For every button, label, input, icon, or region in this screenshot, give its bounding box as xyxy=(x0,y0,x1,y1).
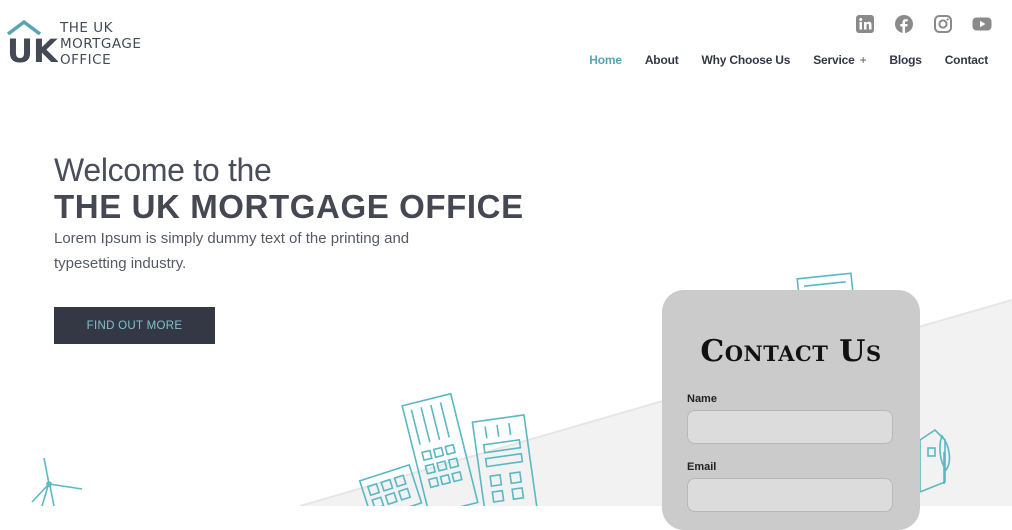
house-roof-icon: UK xyxy=(6,19,59,70)
site-logo[interactable]: UK THE UK MORTGAGE OFFICE xyxy=(6,18,156,70)
email-label: Email xyxy=(687,461,717,473)
plus-icon: + xyxy=(859,53,867,67)
facebook-icon[interactable] xyxy=(894,14,914,34)
logo-line-2: MORTGAGE xyxy=(60,36,142,52)
name-label: Name xyxy=(687,393,717,405)
hero-welcome: Welcome to the xyxy=(54,152,272,188)
email-field[interactable] xyxy=(687,478,893,512)
social-links xyxy=(855,14,992,34)
nav-about[interactable]: About xyxy=(645,53,679,67)
main-nav: Home About Why Choose Us Service + Blogs … xyxy=(566,53,988,67)
nav-home[interactable]: Home xyxy=(589,53,622,67)
logo-text: THE UK MORTGAGE OFFICE xyxy=(60,18,141,68)
wind-turbine-icon xyxy=(31,457,83,506)
find-out-more-button[interactable]: FIND OUT MORE xyxy=(54,307,215,344)
linkedin-icon[interactable] xyxy=(855,14,875,34)
logo-line-1: THE UK xyxy=(60,20,113,36)
nav-contact[interactable]: Contact xyxy=(945,53,988,67)
nav-service[interactable]: Service + xyxy=(813,53,866,67)
instagram-icon[interactable] xyxy=(933,14,953,34)
logo-mark: UK xyxy=(6,18,59,70)
building-office-icon xyxy=(471,414,539,506)
house-tree-icon xyxy=(919,428,951,494)
nav-why-choose-us[interactable]: Why Choose Us xyxy=(702,53,791,67)
building-tall-icon xyxy=(401,392,479,506)
nav-service-label: Service xyxy=(813,53,855,67)
building-small-icon xyxy=(358,463,423,506)
logo-line-3: OFFICE xyxy=(60,52,112,68)
contact-title: Contact Us xyxy=(700,334,882,369)
contact-form-card: Contact Us Name Email xyxy=(662,290,920,530)
logo-mark-text: UK xyxy=(7,32,58,64)
name-field[interactable] xyxy=(687,410,893,444)
hero-title: THE UK MORTGAGE OFFICE xyxy=(54,188,524,225)
youtube-icon[interactable] xyxy=(972,14,992,34)
hero-subtitle: Lorem Ipsum is simply dummy text of the … xyxy=(54,230,410,272)
nav-blogs[interactable]: Blogs xyxy=(889,53,922,67)
